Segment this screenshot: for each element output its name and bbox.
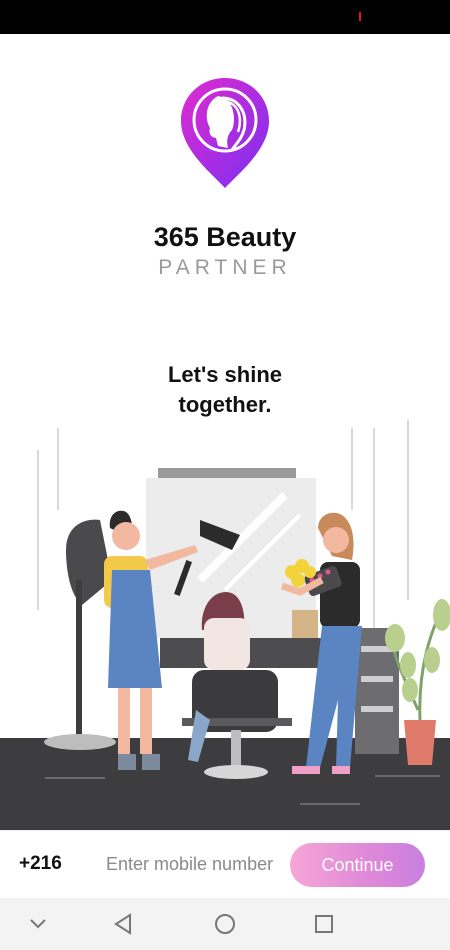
chevron-down-icon[interactable] <box>24 910 52 938</box>
brand-title: 365 Beauty <box>153 222 297 252</box>
mobile-number-input[interactable] <box>100 847 286 881</box>
brand-subtitle: PARTNER <box>158 256 292 279</box>
back-triangle-icon[interactable] <box>110 910 138 938</box>
home-circle-icon[interactable] <box>211 910 239 938</box>
login-bar: +216 Continue <box>0 830 450 899</box>
status-indicator <box>359 12 361 21</box>
tagline-line-1: Let's shine <box>167 362 283 387</box>
recents-square-icon[interactable] <box>310 910 338 938</box>
salon-illustration <box>0 420 450 830</box>
continue-button[interactable]: Continue <box>290 843 425 887</box>
brand-logo-icon <box>181 78 269 188</box>
status-bar <box>0 0 450 34</box>
tagline-line-2: together. <box>178 392 272 417</box>
country-code[interactable]: +216 <box>19 853 62 875</box>
tagline: Let's shine together. <box>0 360 450 420</box>
system-nav-bar <box>0 898 450 950</box>
